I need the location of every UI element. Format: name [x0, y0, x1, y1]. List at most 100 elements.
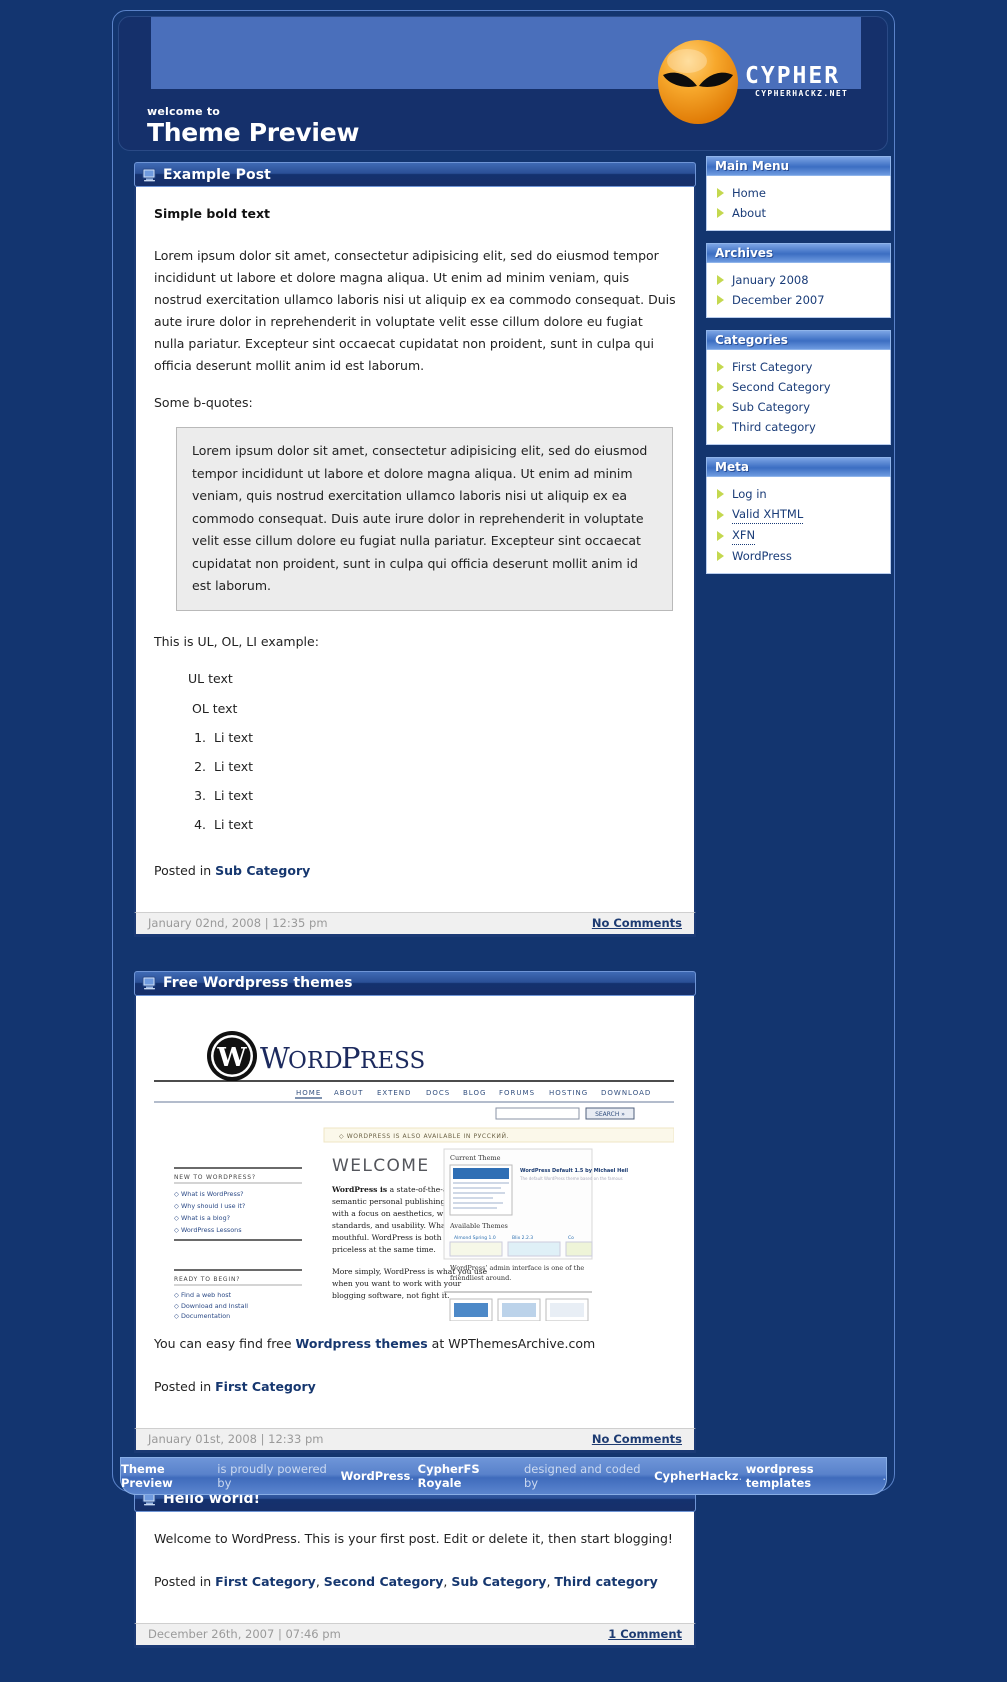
footer-text: is proudly powered by	[217, 1462, 327, 1490]
wordpress-screenshot: W W ORD P RESS HOME ABOUT EXTEND DOCS BL…	[154, 1015, 676, 1321]
category-link[interactable]: First Category	[215, 1574, 316, 1589]
svg-text:friendliest around.: friendliest around.	[450, 1274, 511, 1282]
post-paragraph: You can easy find free Wordpress themes …	[154, 1333, 676, 1355]
sidebar-heading: Main Menu	[706, 156, 891, 176]
svg-text:EXTEND: EXTEND	[377, 1089, 411, 1097]
sidebar-block-archives: Archives January 2008 December 2007	[706, 243, 891, 318]
svg-text:◇ What is a blog?: ◇ What is a blog?	[174, 1214, 230, 1222]
svg-text:ABOUT: ABOUT	[334, 1089, 363, 1097]
page-title[interactable]: Theme Preview	[147, 118, 359, 147]
svg-text:BLOG: BLOG	[463, 1089, 486, 1097]
sidebar-item-label[interactable]: December 2007	[732, 291, 825, 309]
sidebar-item-home[interactable]: Home	[707, 183, 890, 203]
sidebar-item-second-category[interactable]: Second Category	[707, 377, 890, 397]
sidebar-item-label[interactable]: Third category	[732, 418, 816, 436]
sidebar-heading: Archives	[706, 243, 891, 263]
logo-domain: CYPHERHACKZ.NET	[755, 89, 849, 98]
sidebar-item-label[interactable]: Log in	[732, 485, 767, 503]
sidebar-item-log-in[interactable]: Log in	[707, 484, 890, 504]
page-shell: welcome to Theme Preview CYPHER CYPHERHA…	[112, 10, 895, 1648]
svg-text:ORD: ORD	[288, 1048, 343, 1074]
footer-site-link[interactable]: Theme Preview	[121, 1462, 217, 1490]
posted-in: Posted in Sub Category	[154, 854, 676, 891]
svg-text:WordPress is a state-of-the-ar: WordPress is a state-of-the-art	[331, 1185, 454, 1194]
comments-link[interactable]: No Comments	[592, 916, 682, 930]
ordered-list-label: OL text	[192, 700, 238, 716]
post-title[interactable]: Free Wordpress themes	[163, 975, 353, 991]
svg-text:RESS: RESS	[360, 1048, 425, 1074]
sidebar-item-label[interactable]: Home	[732, 184, 766, 202]
separator: ,	[443, 1573, 452, 1589]
monitor-icon	[142, 168, 156, 181]
sidebar-item-valid-xhtml[interactable]: Valid XHTML	[707, 504, 890, 525]
svg-text:DOCS: DOCS	[426, 1089, 450, 1097]
sidebar-item-wordpress[interactable]: WordPress	[707, 546, 890, 566]
sidebar-item-january-2008[interactable]: January 2008	[707, 270, 890, 290]
sidebar-item-label[interactable]: WordPress	[732, 547, 792, 565]
sidebar-item-label[interactable]: Valid XHTML	[732, 505, 804, 524]
comments-link[interactable]: No Comments	[592, 1432, 682, 1446]
list-item: Li text	[210, 727, 676, 749]
posted-in-label: Posted in	[154, 1573, 212, 1589]
separator: ,	[546, 1573, 555, 1589]
svg-text:P: P	[341, 1041, 361, 1075]
svg-text:READY TO BEGIN?: READY TO BEGIN?	[174, 1276, 240, 1283]
sidebar-item-label[interactable]: About	[732, 204, 766, 222]
sidebar-block-categories: Categories First Category Second Categor…	[706, 330, 891, 445]
sidebar-item-first-category[interactable]: First Category	[707, 357, 890, 377]
list-label: This is UL, OL, LI example:	[154, 633, 319, 649]
svg-text:WELCOME: WELCOME	[332, 1156, 429, 1176]
post-example-post: Example Post Simple bold text Lorem ipsu…	[134, 162, 696, 937]
posted-in: Posted in First Category	[154, 1370, 676, 1407]
monitor-icon	[142, 976, 156, 990]
sidebar-heading-label: Categories	[715, 333, 788, 347]
post-header: Free Wordpress themes	[134, 970, 696, 996]
arrow-bullet-icon	[717, 362, 724, 372]
sidebar-item-december-2007[interactable]: December 2007	[707, 290, 890, 310]
category-link[interactable]: Sub Category	[215, 863, 310, 878]
footer-theme-link[interactable]: CypherFS Royale	[418, 1462, 524, 1490]
sidebar-item-label[interactable]: Sub Category	[732, 398, 810, 416]
svg-text:◇ Why should I use it?: ◇ Why should I use it?	[174, 1202, 245, 1210]
post-title[interactable]: Example Post	[163, 167, 271, 183]
svg-text:Current Theme: Current Theme	[450, 1154, 501, 1162]
site-footer: Theme Preview is proudly powered by Word…	[120, 1457, 887, 1495]
list-item: Li text	[210, 785, 676, 807]
svg-text:HOME: HOME	[296, 1089, 321, 1097]
footer-wordpress-link[interactable]: WordPress	[341, 1469, 411, 1483]
svg-text:Available Themes: Available Themes	[449, 1222, 508, 1230]
sidebar-item-sub-category[interactable]: Sub Category	[707, 397, 890, 417]
category-link[interactable]: First Category	[215, 1379, 316, 1394]
svg-text:Almond Spring 1.0: Almond Spring 1.0	[454, 1235, 496, 1241]
posted-in-label: Posted in	[154, 862, 212, 878]
svg-text:The default WordPress theme ba: The default WordPress theme based on the…	[519, 1176, 623, 1181]
svg-text:WordPress’ admin interface is: WordPress’ admin interface is one of the	[450, 1264, 584, 1272]
sidebar-item-xfn[interactable]: XFN	[707, 525, 890, 546]
sidebar-item-label[interactable]: January 2008	[732, 271, 809, 289]
footer-author-link[interactable]: CypherHackz	[654, 1469, 738, 1483]
post-footer: January 02nd, 2008 | 12:35 pm No Comment…	[134, 911, 696, 937]
post-header: Example Post	[134, 162, 696, 187]
sidebar-item-label[interactable]: Second Category	[732, 378, 831, 396]
arrow-bullet-icon	[717, 275, 724, 285]
themes-link[interactable]: Wordpress themes	[296, 1336, 428, 1351]
post-bold-intro: Simple bold text	[154, 206, 270, 221]
wordpress-homepage-thumbnail: W W ORD P RESS HOME ABOUT EXTEND DOCS BL…	[154, 1015, 675, 1321]
category-link[interactable]: Third category	[554, 1574, 657, 1589]
footer-templates-link[interactable]: wordpress templates	[746, 1462, 879, 1490]
sidebar-block-main-menu: Main Menu Home About	[706, 156, 891, 231]
main-content: Example Post Simple bold text Lorem ipsu…	[134, 162, 696, 1682]
comments-link[interactable]: 1 Comment	[608, 1627, 682, 1641]
category-link[interactable]: Second Category	[324, 1574, 444, 1589]
site-logo[interactable]: CYPHER CYPHERHACKZ.NET	[647, 37, 867, 125]
sidebar-item-label[interactable]: First Category	[732, 358, 812, 376]
sidebar-item-third-category[interactable]: Third category	[707, 417, 890, 437]
sidebar-list: Log in Valid XHTML XFN WordPress	[706, 477, 891, 574]
post-date: December 26th, 2007 | 07:46 pm	[148, 1627, 341, 1641]
sidebar-item-about[interactable]: About	[707, 203, 890, 223]
svg-text:Blix 2.2.3: Blix 2.2.3	[512, 1235, 533, 1241]
sidebar: Main Menu Home About Archives January 20…	[706, 156, 891, 586]
category-link[interactable]: Sub Category	[451, 1574, 546, 1589]
sidebar-item-label[interactable]: XFN	[732, 526, 756, 545]
svg-text:blogging software, not fight i: blogging software, not fight it.	[332, 1291, 450, 1300]
